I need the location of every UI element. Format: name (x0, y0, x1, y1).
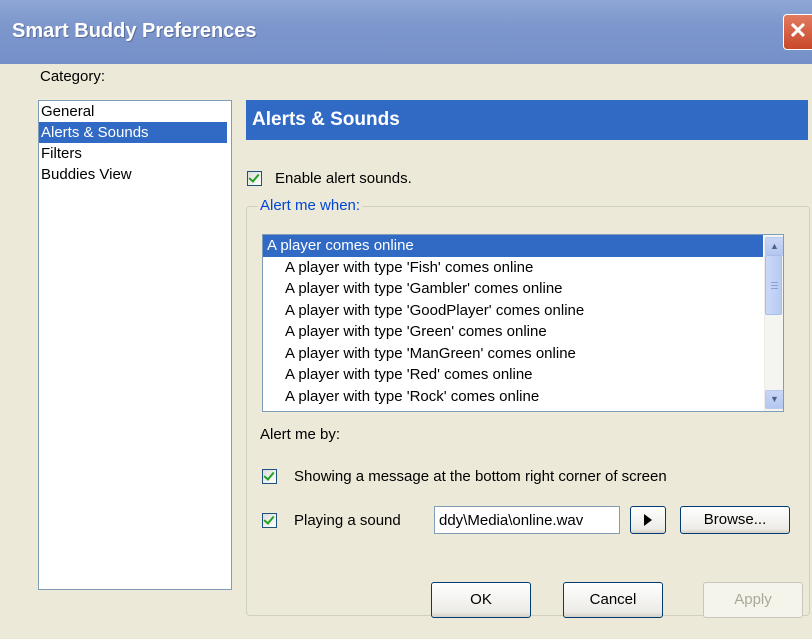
list-item[interactable]: A player comes online (263, 235, 763, 257)
list-item[interactable]: A player with type 'Red' comes online (263, 364, 783, 386)
panel-title: Alerts & Sounds (246, 100, 808, 140)
scroll-down-button[interactable]: ▼ (765, 390, 783, 409)
category-item-alerts-sounds[interactable]: Alerts & Sounds (39, 122, 227, 143)
scroll-up-button[interactable]: ▲ (765, 237, 783, 256)
list-item[interactable]: A player with type 'ManGreen' comes onli… (263, 343, 783, 365)
window-title: Smart Buddy Preferences (12, 20, 257, 42)
alert-when-legend: Alert me when: (258, 197, 363, 214)
category-item-general[interactable]: General (39, 101, 231, 122)
dialog-body: Category: General Alerts & Sounds Filter… (0, 64, 812, 639)
list-item[interactable]: A player with type 'Rock' comes online (263, 386, 783, 408)
show-message-label[interactable]: Showing a message at the bottom right co… (294, 468, 667, 485)
chevron-up-icon: ▲ (770, 241, 779, 251)
category-item-filters[interactable]: Filters (39, 143, 231, 164)
play-sound-checkbox[interactable] (262, 513, 277, 528)
enable-sounds-label[interactable]: Enable alert sounds. (275, 170, 412, 187)
list-item[interactable]: A player with type 'Fish' comes online (263, 257, 783, 279)
chevron-down-icon: ▼ (770, 394, 779, 404)
list-scrollbar[interactable]: ▲ ▼ (764, 235, 783, 411)
play-sound-button[interactable] (630, 506, 666, 534)
category-list[interactable]: General Alerts & Sounds Filters Buddies … (38, 100, 232, 590)
show-message-checkbox[interactable] (262, 469, 277, 484)
cancel-button[interactable]: Cancel (563, 582, 663, 618)
enable-sounds-checkbox[interactable] (247, 171, 262, 186)
browse-button[interactable]: Browse... (680, 506, 790, 534)
scroll-thumb[interactable] (765, 255, 782, 315)
ok-button[interactable]: OK (431, 582, 531, 618)
category-label: Category: (40, 68, 106, 85)
list-item[interactable]: A player with type 'Green' comes online (263, 321, 783, 343)
list-item[interactable]: A player with type 'GoodPlayer' comes on… (263, 300, 783, 322)
category-item-buddies-view[interactable]: Buddies View (39, 164, 231, 185)
sound-path-input[interactable]: ddy\Media\online.wav (434, 506, 620, 534)
title-bar: Smart Buddy Preferences ✕ (0, 0, 812, 64)
close-button[interactable]: ✕ (783, 14, 812, 50)
alert-by-label: Alert me by: (260, 426, 341, 443)
alert-when-list[interactable]: A player comes online A player with type… (262, 234, 784, 412)
play-icon (644, 514, 652, 527)
play-sound-label[interactable]: Playing a sound (294, 512, 401, 529)
apply-button[interactable]: Apply (703, 582, 803, 618)
close-icon: ✕ (788, 18, 808, 43)
list-item[interactable]: A player with type 'Gambler' comes onlin… (263, 278, 783, 300)
